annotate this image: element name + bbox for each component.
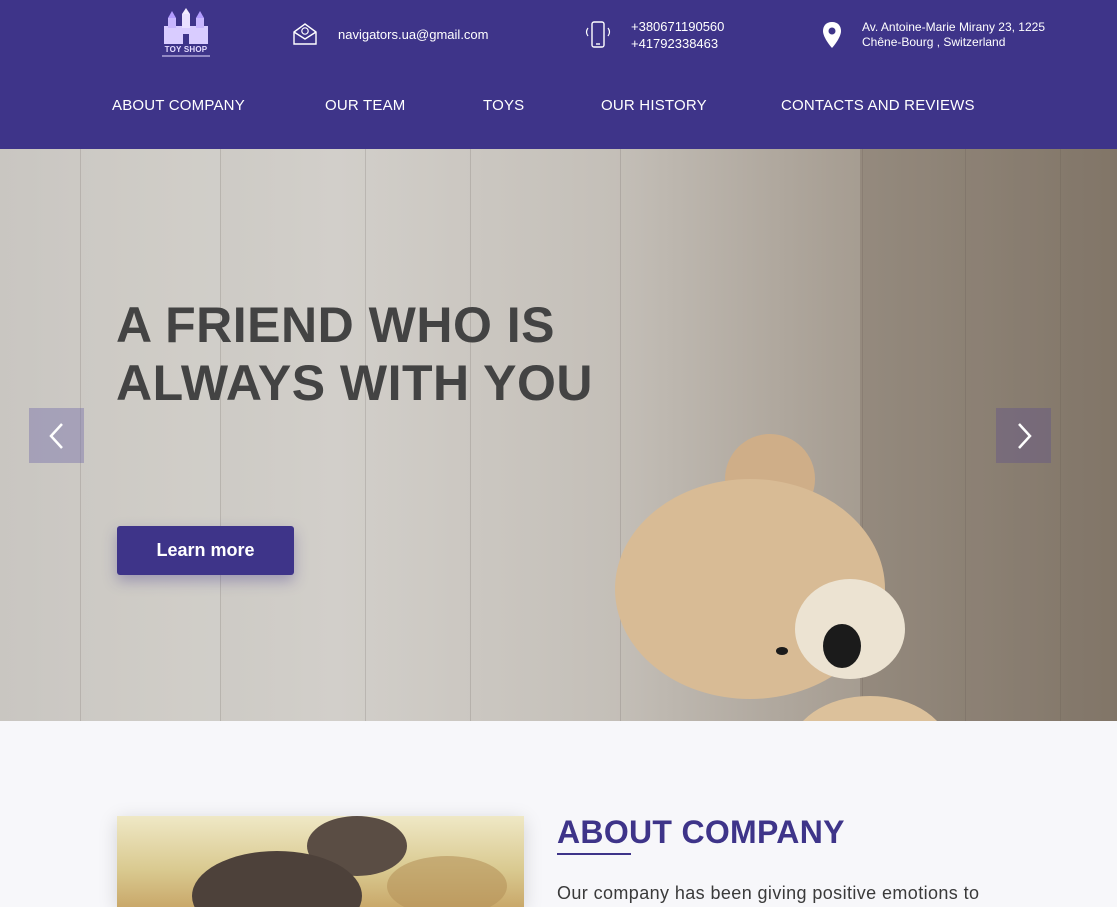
main-nav: ABOUT COMPANY OUR TEAM TOYS OUR HISTORY … (0, 97, 1117, 117)
nav-toys[interactable]: TOYS (483, 97, 524, 114)
nav-about-company[interactable]: ABOUT COMPANY (112, 97, 245, 114)
logo-text: TOY SHOP (164, 45, 208, 54)
envelope-icon (293, 23, 317, 45)
toy-shop-logo[interactable]: TOY SHOP (160, 8, 212, 60)
slider-prev-button[interactable] (29, 408, 84, 463)
wood-grain (365, 149, 366, 721)
location-pin-icon (823, 22, 841, 48)
nav-contacts-and-reviews[interactable]: CONTACTS AND REVIEWS (781, 97, 975, 114)
contact-phone[interactable]: +380671190560 +41792338463 (584, 18, 724, 52)
hero-slider: A FRIEND WHO IS ALWAYS WITH YOU Learn mo… (0, 149, 1117, 721)
title-underline (557, 853, 631, 855)
email-text: navigators.ua@gmail.com (338, 26, 489, 42)
logo-tagline (162, 55, 210, 57)
chevron-left-icon (48, 422, 63, 449)
phone-line-1: +380671190560 (631, 19, 725, 34)
address-line-1: Av. Antoine-Marie Mirany 23, 1225 (862, 20, 1045, 34)
slider-next-button[interactable] (996, 408, 1051, 463)
site-header: TOY SHOP navigators.ua@gmail.com +380671… (0, 0, 1117, 149)
hero-title: A FRIEND WHO IS ALWAYS WITH YOU (116, 296, 676, 412)
learn-more-button[interactable]: Learn more (117, 526, 294, 575)
wood-grain (470, 149, 471, 721)
contact-email[interactable]: navigators.ua@gmail.com (292, 22, 488, 46)
hero-title-line-1: A FRIEND WHO IS (116, 297, 555, 353)
nav-our-history[interactable]: OUR HISTORY (601, 97, 707, 114)
toy-castle-icon (164, 8, 208, 44)
nav-our-team[interactable]: OUR TEAM (325, 97, 406, 114)
contact-address[interactable]: Av. Antoine-Marie Mirany 23, 1225 Chêne-… (822, 20, 1045, 50)
chevron-right-icon (1017, 422, 1032, 449)
address-line-2: Chêne-Bourg , Switzerland (862, 35, 1006, 49)
about-company-title: ABOUT COMPANY (557, 814, 845, 850)
teddy-bear-image (615, 434, 938, 721)
mobile-phone-icon (585, 21, 611, 48)
about-company-image (117, 816, 524, 907)
wood-grain (965, 149, 966, 721)
phone-line-2: +41792338463 (631, 36, 719, 51)
hero-title-line-2: ALWAYS WITH YOU (116, 355, 594, 411)
wood-grain (1060, 149, 1061, 721)
about-company-text: Our company has been giving positive emo… (557, 883, 980, 903)
wood-grain (220, 149, 221, 721)
toy-bear-photo (192, 816, 507, 907)
